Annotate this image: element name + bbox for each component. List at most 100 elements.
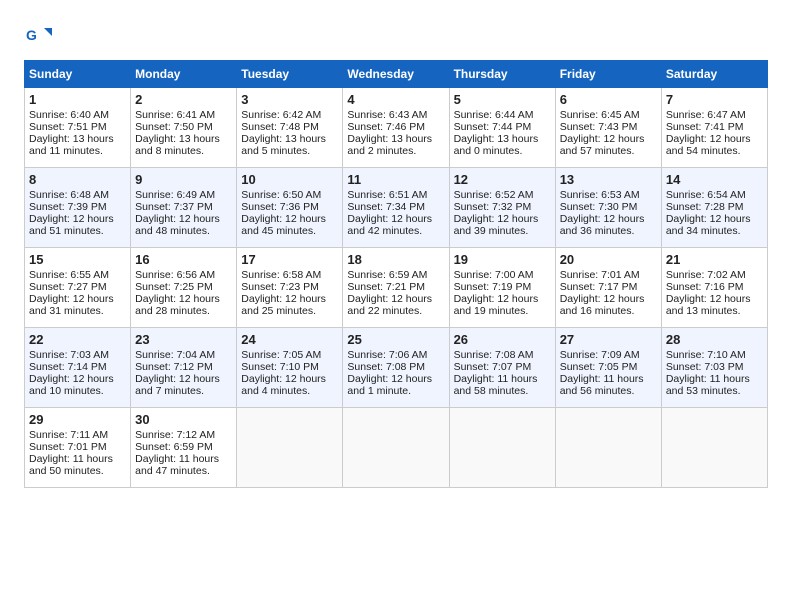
cell-line: Sunset: 7:27 PM [29,281,126,293]
cell-line: Sunset: 7:23 PM [241,281,338,293]
cell-line: and 7 minutes. [135,385,232,397]
day-number: 8 [29,172,126,187]
cal-cell: 29Sunrise: 7:11 AMSunset: 7:01 PMDayligh… [25,408,131,488]
cell-line: Sunset: 7:17 PM [560,281,657,293]
cell-line: and 19 minutes. [454,305,551,317]
cell-line: Daylight: 12 hours [241,293,338,305]
cal-cell [343,408,449,488]
cal-cell: 14Sunrise: 6:54 AMSunset: 7:28 PMDayligh… [661,168,767,248]
cell-line: and 2 minutes. [347,145,444,157]
cell-line: Daylight: 13 hours [347,133,444,145]
cal-cell: 23Sunrise: 7:04 AMSunset: 7:12 PMDayligh… [131,328,237,408]
cell-line: and 28 minutes. [135,305,232,317]
cal-cell [661,408,767,488]
cell-line: Daylight: 12 hours [135,213,232,225]
cell-line: Sunset: 7:48 PM [241,121,338,133]
svg-text:G: G [26,27,37,43]
cell-line: Sunset: 7:41 PM [666,121,763,133]
cell-line: Daylight: 12 hours [666,133,763,145]
week-row-3: 15Sunrise: 6:55 AMSunset: 7:27 PMDayligh… [25,248,768,328]
cell-line: Sunrise: 6:51 AM [347,189,444,201]
cell-line: and 16 minutes. [560,305,657,317]
cal-cell: 30Sunrise: 7:12 AMSunset: 6:59 PMDayligh… [131,408,237,488]
cell-line: Daylight: 12 hours [241,213,338,225]
day-number: 3 [241,92,338,107]
cell-line: Sunrise: 6:54 AM [666,189,763,201]
cell-line: Sunset: 7:16 PM [666,281,763,293]
day-number: 10 [241,172,338,187]
col-header-tuesday: Tuesday [237,61,343,88]
cell-line: and 1 minute. [347,385,444,397]
cell-line: and 57 minutes. [560,145,657,157]
cal-cell: 13Sunrise: 6:53 AMSunset: 7:30 PMDayligh… [555,168,661,248]
cell-line: and 50 minutes. [29,465,126,477]
day-number: 13 [560,172,657,187]
day-number: 12 [454,172,551,187]
cell-line: Daylight: 13 hours [135,133,232,145]
cell-line: Sunset: 7:50 PM [135,121,232,133]
cell-line: Sunset: 7:14 PM [29,361,126,373]
cal-cell: 12Sunrise: 6:52 AMSunset: 7:32 PMDayligh… [449,168,555,248]
cell-line: Sunrise: 7:09 AM [560,349,657,361]
col-header-thursday: Thursday [449,61,555,88]
cal-cell: 5Sunrise: 6:44 AMSunset: 7:44 PMDaylight… [449,88,555,168]
cal-cell: 7Sunrise: 6:47 AMSunset: 7:41 PMDaylight… [661,88,767,168]
cell-line: Sunset: 7:46 PM [347,121,444,133]
cell-line: Sunrise: 7:01 AM [560,269,657,281]
day-number: 11 [347,172,444,187]
day-number: 21 [666,252,763,267]
cell-line: and 13 minutes. [666,305,763,317]
cell-line: Daylight: 13 hours [454,133,551,145]
cal-cell: 10Sunrise: 6:50 AMSunset: 7:36 PMDayligh… [237,168,343,248]
cal-cell: 9Sunrise: 6:49 AMSunset: 7:37 PMDaylight… [131,168,237,248]
cell-line: Sunset: 7:12 PM [135,361,232,373]
week-row-4: 22Sunrise: 7:03 AMSunset: 7:14 PMDayligh… [25,328,768,408]
cell-line: and 4 minutes. [241,385,338,397]
cell-line: Daylight: 13 hours [29,133,126,145]
cell-line: Sunrise: 6:59 AM [347,269,444,281]
header: G [24,20,768,48]
cell-line: Daylight: 12 hours [347,373,444,385]
col-header-sunday: Sunday [25,61,131,88]
cell-line: Sunrise: 6:48 AM [29,189,126,201]
cell-line: Sunset: 7:10 PM [241,361,338,373]
cell-line: and 0 minutes. [454,145,551,157]
day-number: 28 [666,332,763,347]
cell-line: and 48 minutes. [135,225,232,237]
cal-cell: 20Sunrise: 7:01 AMSunset: 7:17 PMDayligh… [555,248,661,328]
cell-line: and 5 minutes. [241,145,338,157]
cell-line: Sunset: 7:25 PM [135,281,232,293]
day-number: 16 [135,252,232,267]
cell-line: and 10 minutes. [29,385,126,397]
cell-line: Sunset: 7:51 PM [29,121,126,133]
cell-line: Daylight: 12 hours [666,213,763,225]
cell-line: Sunrise: 7:11 AM [29,429,126,441]
cell-line: Daylight: 12 hours [29,293,126,305]
cell-line: Daylight: 12 hours [29,213,126,225]
cell-line: and 42 minutes. [347,225,444,237]
cell-line: and 58 minutes. [454,385,551,397]
cell-line: Sunrise: 7:10 AM [666,349,763,361]
cell-line: Sunrise: 7:06 AM [347,349,444,361]
cell-line: Sunset: 7:28 PM [666,201,763,213]
cell-line: Sunset: 7:43 PM [560,121,657,133]
day-number: 1 [29,92,126,107]
cal-cell [237,408,343,488]
cell-line: and 54 minutes. [666,145,763,157]
cell-line: Daylight: 12 hours [347,293,444,305]
cell-line: Daylight: 12 hours [454,293,551,305]
cell-line: Daylight: 12 hours [560,293,657,305]
cell-line: Sunset: 7:39 PM [29,201,126,213]
cell-line: Daylight: 12 hours [666,293,763,305]
day-number: 2 [135,92,232,107]
cell-line: and 34 minutes. [666,225,763,237]
cal-cell: 27Sunrise: 7:09 AMSunset: 7:05 PMDayligh… [555,328,661,408]
logo-icon: G [24,20,52,48]
cell-line: Sunrise: 6:52 AM [454,189,551,201]
day-number: 5 [454,92,551,107]
cell-line: Daylight: 12 hours [29,373,126,385]
cell-line: Sunrise: 6:53 AM [560,189,657,201]
cal-cell: 6Sunrise: 6:45 AMSunset: 7:43 PMDaylight… [555,88,661,168]
cell-line: Sunrise: 6:44 AM [454,109,551,121]
col-header-monday: Monday [131,61,237,88]
